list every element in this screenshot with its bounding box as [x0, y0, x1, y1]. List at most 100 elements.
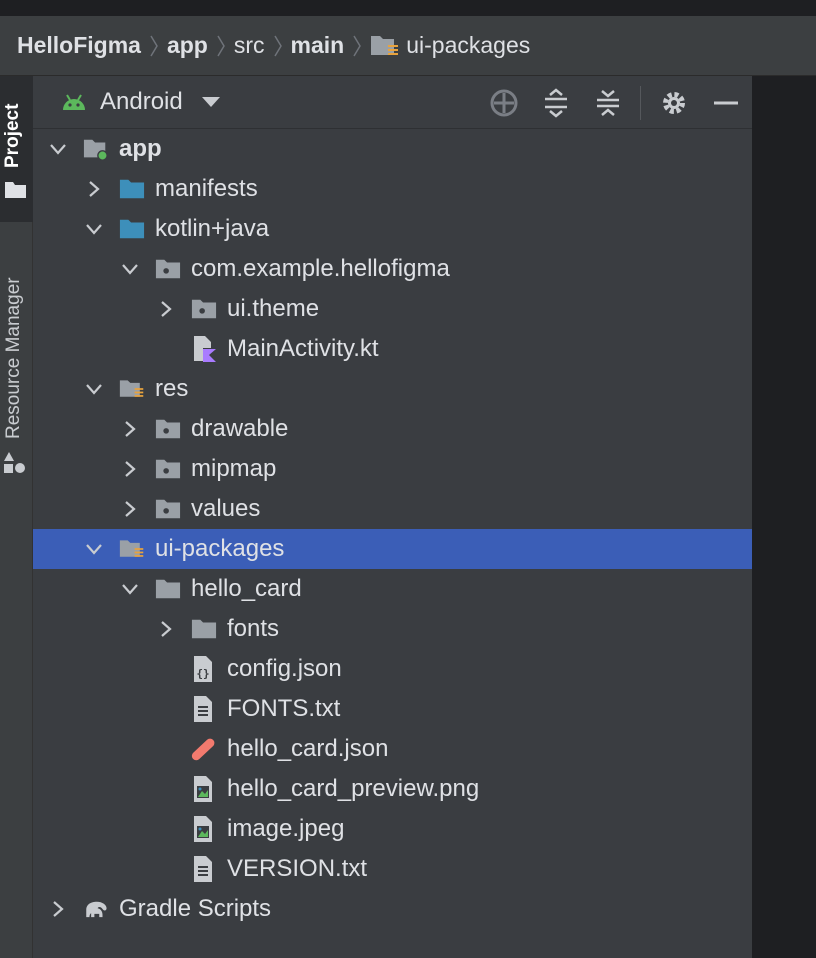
gear-icon — [663, 92, 685, 114]
tree-row[interactable]: res — [33, 369, 752, 409]
tree-row[interactable]: hello_card_preview.png — [33, 769, 752, 809]
tree-row[interactable]: kotlin+java — [33, 209, 752, 249]
tree-row[interactable]: app — [33, 129, 752, 169]
expand-all-icon — [545, 88, 567, 118]
tree-row[interactable]: manifests — [33, 169, 752, 209]
chevron-right-icon — [273, 35, 282, 56]
chevron-down-icon[interactable] — [47, 138, 69, 160]
text-file-icon — [191, 696, 217, 722]
project-tab-label[interactable]: Project — [2, 104, 24, 168]
project-tool-tab[interactable]: Project — [0, 76, 33, 222]
gradle-elephant-icon — [83, 896, 109, 922]
chevron-down-icon[interactable] — [83, 538, 105, 560]
chevron-right-icon — [150, 35, 158, 56]
image-file-icon — [191, 776, 217, 802]
tree-row[interactable]: drawable — [33, 409, 752, 449]
window-top-strip — [0, 0, 816, 16]
hide-panel-button[interactable] — [710, 88, 742, 118]
package-folder-icon — [155, 456, 181, 482]
panel-header: Android — [33, 76, 752, 129]
figma-file-icon — [191, 736, 217, 762]
tree-row[interactable]: fonts — [33, 609, 752, 649]
view-mode-label: Android — [100, 88, 183, 115]
chevron-down-icon[interactable] — [83, 218, 105, 240]
tree-row-label: hello_card.json — [227, 735, 389, 762]
tree-row[interactable]: VERSION.txt — [33, 849, 752, 889]
chevron-down-icon — [201, 97, 220, 107]
locate-file-button[interactable] — [488, 88, 520, 118]
tree-row[interactable]: com.example.hellofigma — [33, 249, 752, 289]
crosshair-icon — [490, 89, 518, 117]
options-button[interactable] — [658, 88, 690, 118]
kotlin-file-icon — [191, 336, 217, 362]
collapse-all-button[interactable] — [592, 88, 624, 118]
breadcrumb-item[interactable]: app — [167, 32, 208, 59]
breadcrumb-item[interactable]: src — [234, 32, 265, 59]
chevron-right-icon[interactable] — [155, 618, 177, 640]
chevron-right-icon[interactable] — [155, 298, 177, 320]
folder-blue-icon — [119, 176, 145, 202]
breadcrumb-item[interactable]: ui-packages — [406, 32, 530, 59]
minimize-icon — [714, 101, 738, 105]
chevron-right-icon[interactable] — [119, 458, 141, 480]
tree-row-label: fonts — [227, 615, 280, 642]
expand-all-button[interactable] — [540, 88, 572, 118]
chevron-down-icon[interactable] — [119, 258, 141, 280]
resource-folder-icon — [370, 33, 400, 59]
package-folder-icon — [155, 256, 181, 282]
chevron-right-icon[interactable] — [47, 898, 69, 920]
tree-row[interactable]: hello_card — [33, 569, 752, 609]
tree-row-label: drawable — [191, 415, 289, 442]
chevron-right-icon[interactable] — [119, 498, 141, 520]
resource-manager-icon[interactable] — [3, 451, 27, 475]
module-folder-icon — [83, 136, 109, 162]
view-mode-dropdown[interactable]: Android — [60, 88, 221, 116]
chevron-down-icon[interactable] — [83, 378, 105, 400]
tree-row[interactable]: hello_card.json — [33, 729, 752, 769]
tree-row-label: image.jpeg — [227, 815, 345, 842]
tree-row-label: values — [191, 495, 261, 522]
editor-area — [752, 76, 816, 958]
tree-row-label: mipmap — [191, 455, 277, 482]
chevron-right-icon — [353, 35, 362, 56]
folder-gray-icon — [191, 616, 217, 642]
tree-row[interactable]: mipmap — [33, 449, 752, 489]
tree-row[interactable]: image.jpeg — [33, 809, 752, 849]
folder-gray-icon — [155, 576, 181, 602]
collapse-all-icon — [597, 90, 619, 116]
breadcrumb-item[interactable]: HelloFigma — [17, 32, 141, 59]
tool-window-stripe: Project Resource Manager — [0, 76, 33, 958]
toolbar-divider — [640, 86, 641, 120]
tree-row-label: res — [155, 375, 189, 402]
package-folder-icon — [191, 296, 217, 322]
tree-row[interactable]: ui-packages — [33, 529, 752, 569]
folder-blue-icon — [119, 216, 145, 242]
tree-row-label: hello_card — [191, 575, 302, 602]
tree-row[interactable]: ui.theme — [33, 289, 752, 329]
folder-icon — [5, 182, 26, 198]
project-panel: Android app manifests kotlin+java com.ex… — [33, 76, 752, 958]
tree-row-label: hello_card_preview.png — [227, 775, 480, 802]
tree-row-label: kotlin+java — [155, 215, 270, 242]
chevron-right-icon[interactable] — [83, 178, 105, 200]
tree-row[interactable]: Gradle Scripts — [33, 889, 752, 929]
tree-row[interactable]: FONTS.txt — [33, 689, 752, 729]
chevron-right-icon[interactable] — [119, 418, 141, 440]
tree-row-label: manifests — [155, 175, 258, 202]
image-file-icon — [191, 816, 217, 842]
package-folder-icon — [155, 496, 181, 522]
chevron-right-icon — [217, 35, 225, 56]
tree-row[interactable]: MainActivity.kt — [33, 329, 752, 369]
resource-folder-icon — [119, 536, 145, 562]
breadcrumb-item[interactable]: main — [291, 32, 345, 59]
tree-row-label: com.example.hellofigma — [191, 255, 450, 282]
chevron-down-icon[interactable] — [119, 578, 141, 600]
json-file-icon: {} — [191, 656, 217, 682]
breadcrumb: HelloFigma app src main ui-packages — [0, 16, 816, 76]
tree-row[interactable]: {} config.json — [33, 649, 752, 689]
tree-row-label: ui.theme — [227, 295, 320, 322]
svg-text:{}: {} — [196, 667, 209, 680]
tree-row-label: VERSION.txt — [227, 855, 368, 882]
tree-row[interactable]: values — [33, 489, 752, 529]
resource-manager-tab-label[interactable]: Resource Manager — [3, 277, 25, 439]
